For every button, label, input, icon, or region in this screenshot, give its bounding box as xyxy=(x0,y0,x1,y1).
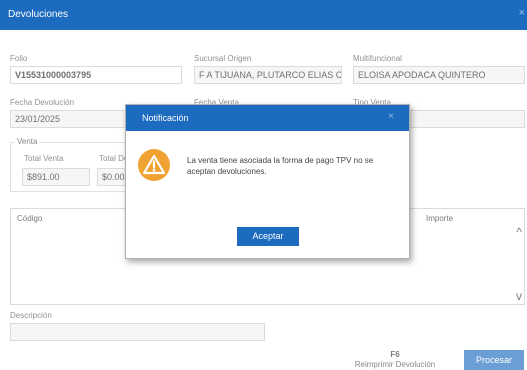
accept-button[interactable]: Aceptar xyxy=(237,227,299,246)
window-titlebar: Devoluciones × xyxy=(0,0,527,30)
dialog-title: Notificación xyxy=(142,113,189,123)
dialog-close-icon[interactable]: × xyxy=(388,112,394,122)
window-close-icon[interactable]: × xyxy=(519,8,525,19)
dialog-header: Notificación × xyxy=(126,105,409,131)
warning-icon xyxy=(138,149,170,181)
notification-dialog: Notificación × La venta tiene asociada l… xyxy=(125,104,410,259)
window-title: Devoluciones xyxy=(8,9,69,20)
dialog-message: La venta tiene asociada la forma de pago… xyxy=(187,156,374,176)
